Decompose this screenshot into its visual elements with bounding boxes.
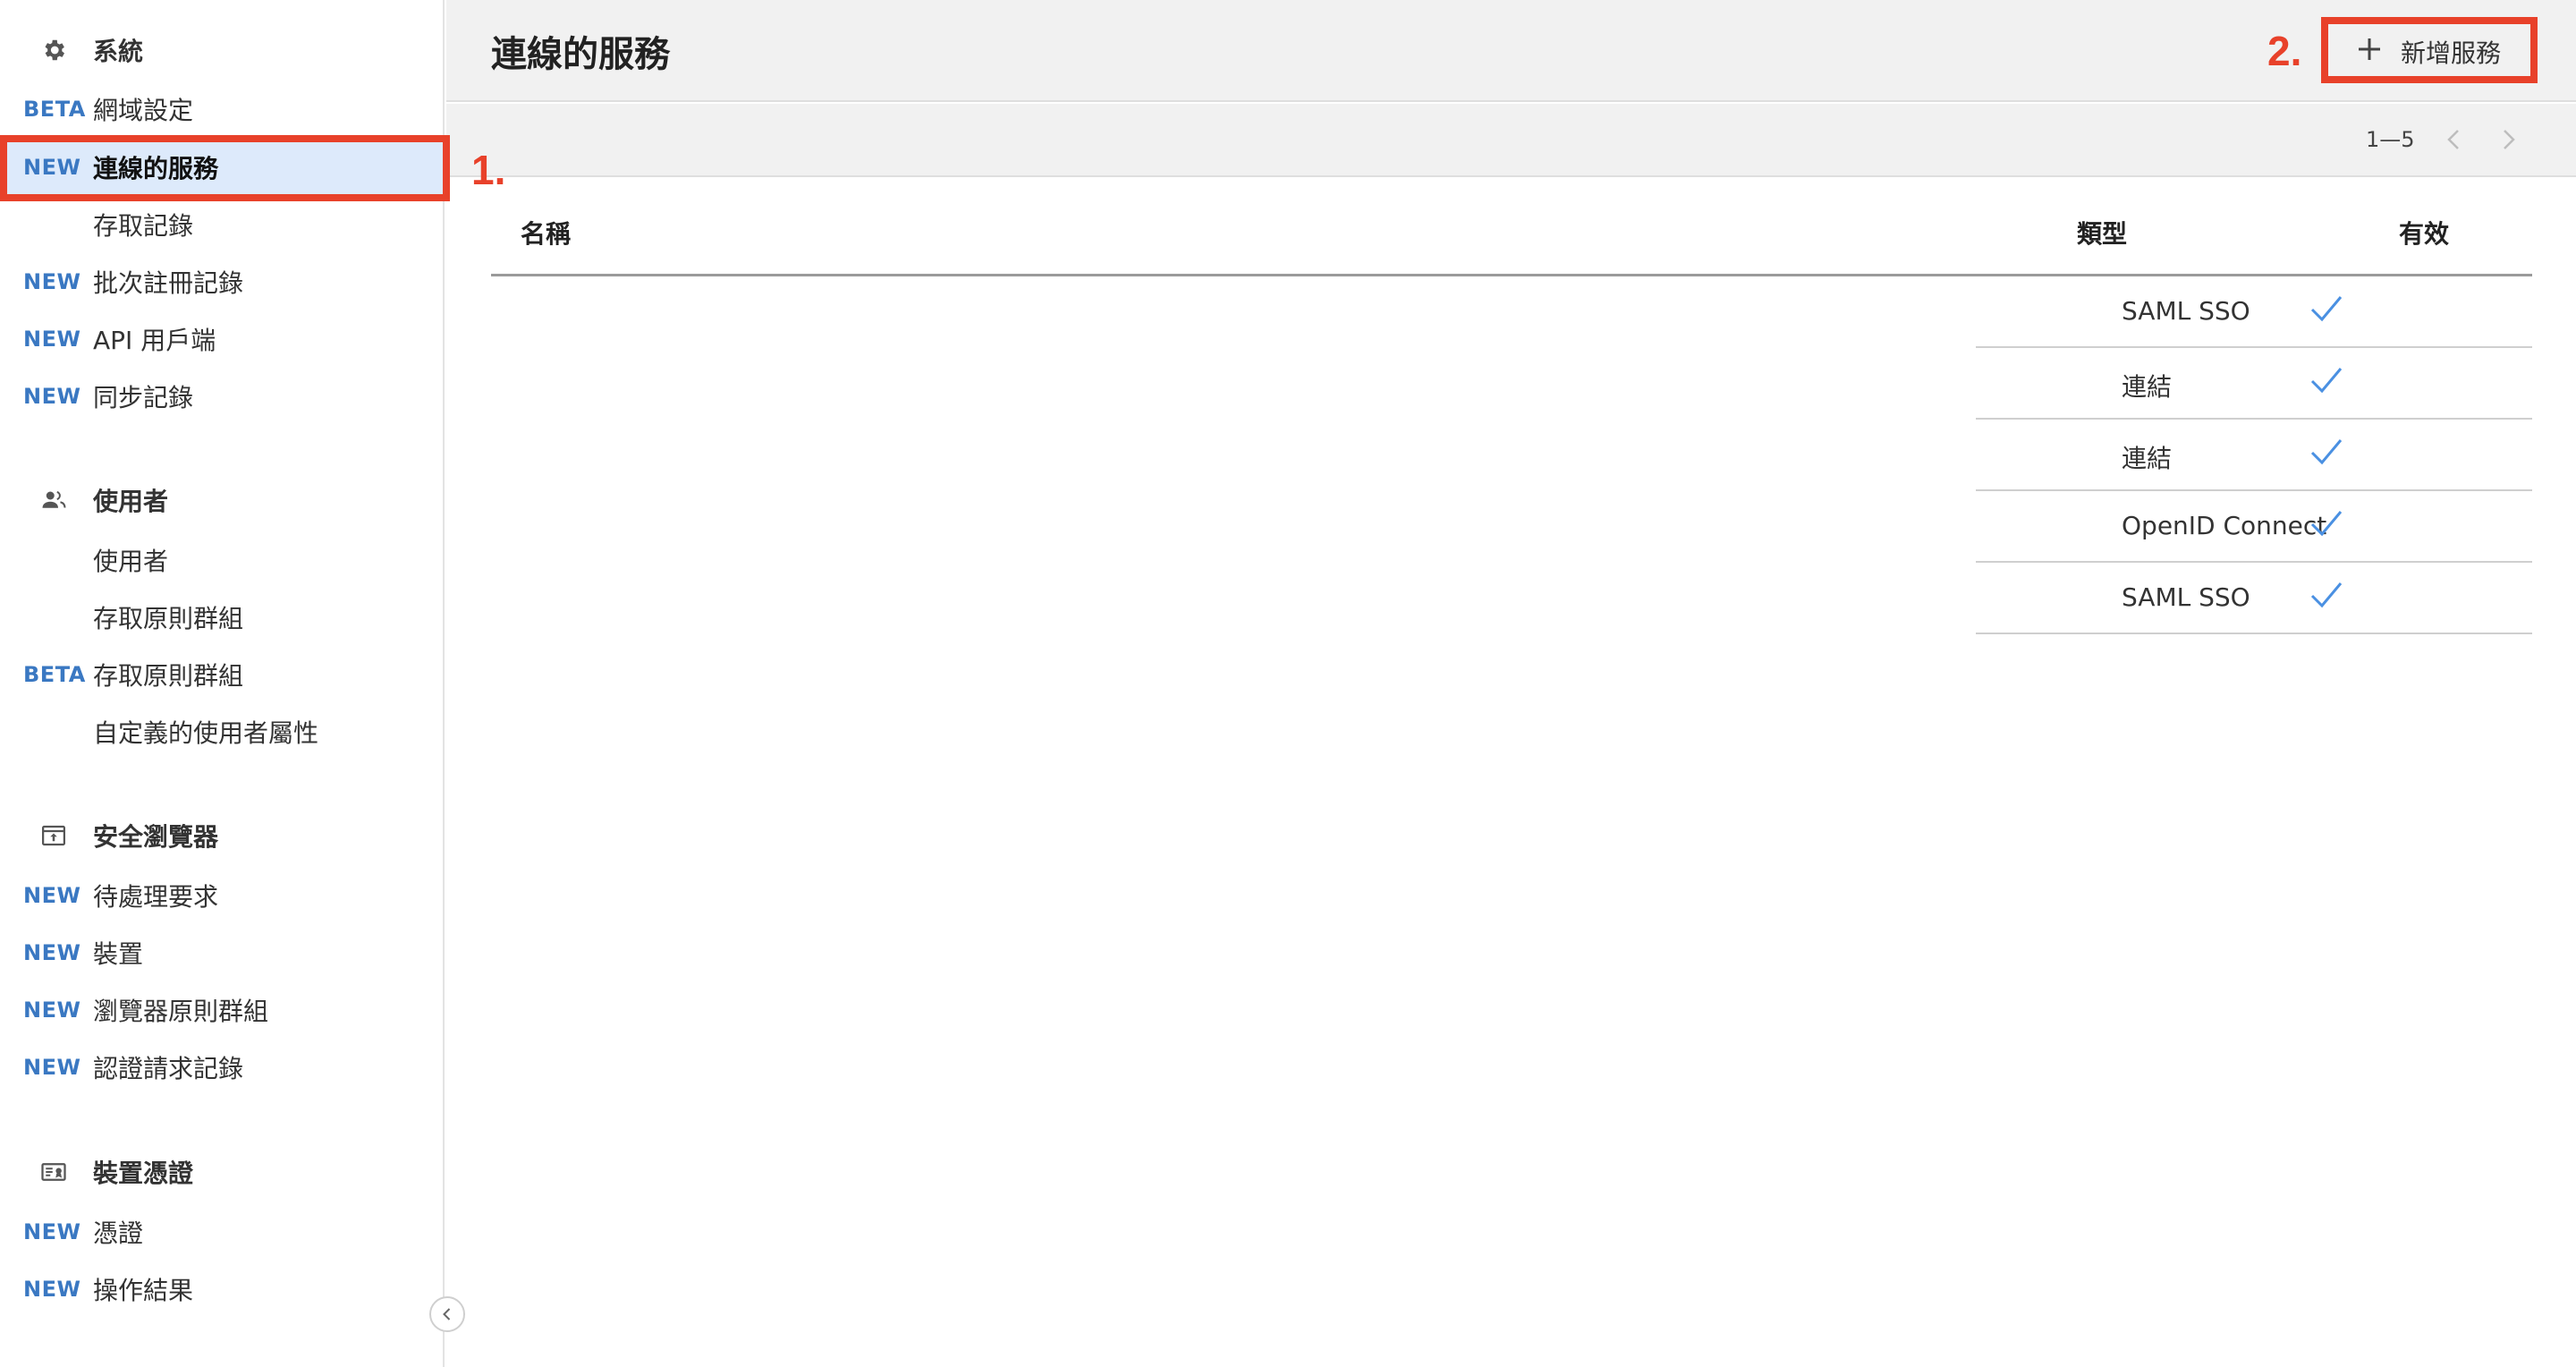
sidebar-item-domain-settings[interactable]: BETA 網域設定 (0, 82, 445, 136)
sidebar-item-label: 操作結果 (93, 1276, 194, 1305)
service-type: 連結 (2122, 444, 2173, 473)
prev-page-button[interactable] (2438, 123, 2470, 156)
sidebar-item-access-policy-groups[interactable]: 存取原則群組 (0, 590, 445, 644)
sidebar-item-auth-request-log[interactable]: NEW 認證請求記錄 (0, 1040, 445, 1094)
sidebar-item-operation-results[interactable]: NEW 操作結果 (0, 1262, 445, 1316)
secure-browser-icon (38, 819, 70, 852)
check-icon (2310, 511, 2343, 537)
sidebar-item-access-policy-groups-beta[interactable]: BETA 存取原則群組 (0, 648, 445, 701)
sidebar-item-sync-log[interactable]: NEW 同步記錄 (0, 369, 445, 423)
new-badge: NEW (23, 883, 81, 908)
column-header-type[interactable]: 類型 (2077, 215, 2127, 250)
page-header: 連線的服務 新增服務 (446, 0, 2576, 102)
table-row[interactable]: OpenID Connect (491, 491, 2532, 563)
column-header-enabled[interactable]: 有效 (2399, 215, 2449, 250)
service-type: SAML SSO (2122, 296, 2250, 326)
device-certificate-icon (38, 1156, 70, 1188)
table-row[interactable]: SAML SSO (491, 563, 2532, 634)
service-name-cell[interactable] (491, 563, 1976, 634)
annotation-box-step2 (2321, 17, 2538, 83)
new-badge: NEW (23, 940, 81, 965)
chevron-left-icon (2447, 130, 2459, 149)
sidebar-item-label: 憑證 (93, 1218, 144, 1248)
annotation-label-step1: 1. (471, 147, 506, 193)
new-badge: NEW (23, 1219, 81, 1244)
service-name-cell[interactable] (491, 491, 1976, 563)
section-title: 安全瀏覽器 (93, 822, 219, 852)
users-icon (38, 484, 70, 516)
sidebar-item-label: 自定義的使用者屬性 (93, 718, 319, 748)
sidebar-item-label: 存取原則群組 (93, 661, 244, 691)
sidebar-item-devices[interactable]: NEW 裝置 (0, 926, 445, 980)
sidebar-item-label: 網域設定 (93, 96, 194, 125)
main-content: 連線的服務 新增服務 1—5 名稱 類型 有效 SAML SSO 連結 連結 O… (446, 0, 2576, 1367)
new-badge: NEW (23, 998, 81, 1023)
column-header-name[interactable]: 名稱 (521, 215, 571, 250)
service-name-cell[interactable] (491, 348, 1976, 420)
sidebar-item-label: 裝置 (93, 939, 144, 969)
sidebar-item-browser-policy-groups[interactable]: NEW 瀏覽器原則群組 (0, 983, 445, 1037)
sidebar-item-api-clients[interactable]: NEW API 用戶端 (0, 312, 445, 366)
check-icon (2310, 439, 2343, 465)
new-badge: NEW (23, 1277, 81, 1302)
page-range: 1—5 (2366, 127, 2415, 152)
gear-icon (38, 34, 70, 66)
section-title: 使用者 (93, 487, 169, 516)
annotation-box-step1 (0, 135, 450, 201)
sidebar-item-label: 瀏覽器原則群組 (93, 997, 269, 1026)
section-title: 系統 (93, 37, 144, 66)
beta-badge: BETA (23, 662, 86, 687)
sidebar-item-label: 認證請求記錄 (93, 1054, 244, 1083)
sidebar: 系統 BETA 網域設定 NEW 連線的服務 存取記錄 NEW 批次註冊記錄 N… (0, 0, 445, 1367)
table-row[interactable]: SAML SSO (491, 276, 2532, 348)
next-page-button[interactable] (2492, 123, 2524, 156)
table-row[interactable]: 連結 (491, 348, 2532, 420)
table-row[interactable]: 連結 (491, 420, 2532, 491)
new-badge: NEW (23, 384, 81, 409)
sidebar-item-pending-requests[interactable]: NEW 待處理要求 (0, 869, 445, 922)
sidebar-item-bulk-enrollment-log[interactable]: NEW 批次註冊記錄 (0, 255, 445, 309)
service-type: 連結 (2122, 372, 2173, 402)
sidebar-item-label: 待處理要求 (93, 882, 219, 912)
sidebar-item-custom-user-attributes[interactable]: 自定義的使用者屬性 (0, 705, 445, 759)
beta-badge: BETA (23, 97, 86, 122)
chevron-right-icon (2504, 130, 2515, 149)
sidebar-item-label: 批次註冊記錄 (93, 268, 244, 298)
sidebar-item-certificates[interactable]: NEW 憑證 (0, 1205, 445, 1259)
sidebar-item-label: 存取記錄 (93, 211, 194, 241)
section-title: 裝置憑證 (93, 1159, 194, 1188)
annotation-label-step2: 2. (2267, 28, 2302, 74)
new-badge: NEW (23, 1055, 81, 1080)
new-badge: NEW (23, 269, 81, 294)
row-divider (1976, 633, 2532, 634)
pagination-bar: 1—5 (446, 104, 2576, 177)
service-type: OpenID Connect (2122, 511, 2327, 540)
check-icon (2310, 582, 2343, 608)
check-icon (2310, 368, 2343, 394)
service-name-cell[interactable] (491, 276, 1976, 348)
sidebar-item-users[interactable]: 使用者 (0, 533, 445, 587)
sidebar-item-label: 使用者 (93, 547, 169, 576)
new-badge: NEW (23, 327, 81, 352)
sidebar-item-access-log[interactable]: 存取記錄 (0, 198, 445, 251)
service-type: SAML SSO (2122, 582, 2250, 612)
sidebar-item-label: 存取原則群組 (93, 604, 244, 633)
service-name-cell[interactable] (491, 420, 1976, 491)
page-title: 連線的服務 (491, 34, 670, 75)
check-icon (2310, 296, 2343, 322)
sidebar-item-label: API 用戶端 (93, 326, 216, 355)
sidebar-item-label: 同步記錄 (93, 383, 194, 412)
